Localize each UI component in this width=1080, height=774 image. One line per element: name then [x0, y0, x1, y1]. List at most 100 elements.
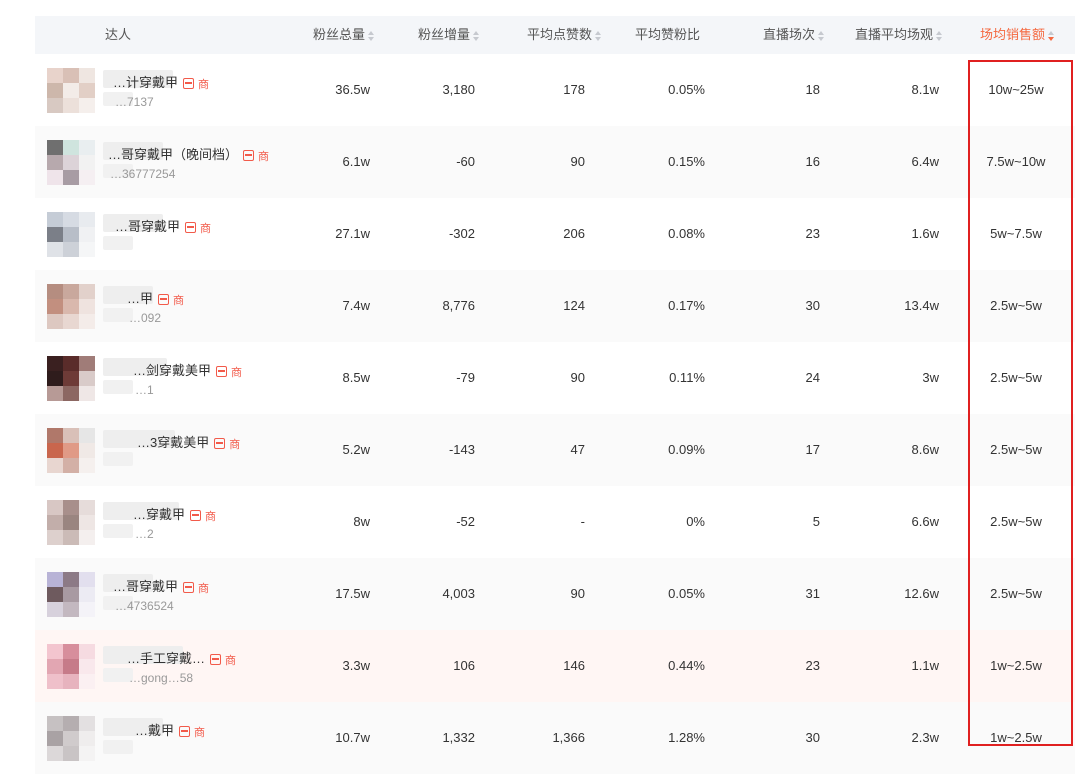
views-cell: 6.4w — [911, 154, 939, 169]
talent-name-text: …3穿戴美甲 — [137, 435, 210, 450]
talent-name[interactable]: …剑穿戴美甲 商 — [133, 360, 242, 380]
table-row[interactable]: …穿戴甲商 …2 8w -52-0% 5 6.6w 2.5w~5w — [35, 486, 1075, 558]
views-cell: 3w — [922, 370, 939, 385]
table-row[interactable]: …手工穿戴… 商 …gong…58 3.3w 106 146 0.44% 23 1.1w 1w~2… — [35, 630, 1075, 702]
likes-cell: 90 — [570, 154, 585, 169]
ratio-cell: 0.44% — [668, 658, 705, 673]
ratio-cell: 0.05% — [668, 586, 705, 601]
views-cell: 6.6w — [911, 514, 939, 529]
views-cell: 8.6w — [911, 442, 939, 457]
lives-cell: 23 — [805, 226, 820, 241]
avatar[interactable] — [47, 572, 95, 618]
redacted-id-block — [103, 452, 133, 466]
shop-label: 商 — [205, 510, 217, 523]
col-likes[interactable]: 平均点赞数 — [527, 16, 602, 54]
ratio-cell: 0.05% — [668, 82, 705, 97]
sort-icon[interactable] — [595, 30, 602, 41]
likes-cell: 178 — [563, 82, 585, 97]
talent-name-text: …哥穿戴甲（晚间档） — [108, 147, 239, 162]
sort-icon[interactable] — [818, 30, 825, 41]
col-talent-label: 达人 — [105, 27, 132, 42]
shop-badge-icon — [210, 654, 222, 666]
avatar[interactable] — [47, 284, 95, 330]
shop-label: 商 — [198, 78, 210, 91]
shop-badge-icon — [214, 438, 226, 450]
avatar[interactable] — [47, 68, 95, 114]
col-likes-label: 平均点赞数 — [527, 27, 593, 42]
likes-cell: 146 — [563, 658, 585, 673]
sales-column-highlight — [968, 60, 1073, 746]
shop-label: 商 — [229, 438, 241, 451]
growth-cell: 1,332 — [442, 730, 475, 745]
talent-name-text: …戴甲 — [135, 723, 175, 738]
fans-cell: 27.1w — [335, 226, 370, 241]
likes-cell: 206 — [563, 226, 585, 241]
lives-cell: 24 — [805, 370, 820, 385]
table-row[interactable]: …哥穿戴甲商 …4736524 17.5w 4,003 90 0.05% 31 12.6w 2.… — [35, 558, 1075, 630]
talent-id: …gong…58 — [129, 671, 194, 685]
views-cell: 8.1w — [911, 82, 939, 97]
views-cell: 12.6w — [904, 586, 939, 601]
col-fans[interactable]: 粉丝总量 — [313, 16, 375, 54]
shop-badge-icon — [243, 150, 255, 162]
table-row[interactable]: …哥穿戴甲商 27.1w -302 206 0.08% 23 1.6w 5w~7.5w — [35, 198, 1075, 270]
col-sales[interactable]: 场均销售额 — [980, 16, 1055, 54]
avatar[interactable] — [47, 716, 95, 762]
talent-name[interactable]: …计穿戴甲 商 — [113, 72, 209, 92]
sort-icon[interactable] — [473, 30, 480, 41]
table-row[interactable]: …戴甲商 10.7w 1,332 1,366 1.28% 30 2.3w 1w~2.5w — [35, 702, 1075, 774]
talent-name[interactable]: …3穿戴美甲 商 — [137, 432, 240, 452]
talent-id: …4736524 — [115, 599, 174, 613]
col-lives[interactable]: 直播场次 — [763, 16, 825, 54]
shop-badge-icon — [183, 78, 195, 90]
avatar[interactable] — [47, 644, 95, 690]
talent-name[interactable]: …甲 商 — [127, 288, 184, 308]
table-row[interactable]: …3穿戴美甲商 5.2w -143 47 0.09% 17 8.6w 2.5w~5w — [35, 414, 1075, 486]
talent-name[interactable]: …手工穿戴… 商 — [127, 648, 236, 668]
table-row[interactable]: …哥穿戴甲（晚间档） 商 …36777254 6.1w -60 90 0.15% 16 6.4w… — [35, 126, 1075, 198]
col-growth-label: 粉丝增量 — [418, 27, 471, 42]
talent-id: …1 — [135, 383, 154, 397]
shop-label: 商 — [198, 582, 210, 595]
views-cell: 2.3w — [911, 730, 939, 745]
table-row[interactable]: …剑穿戴美甲商 …1 8.5w -79 90 0.11% 24 3w 2.5w~5w — [35, 342, 1075, 414]
talent-id: …092 — [129, 311, 162, 325]
redacted-id-block — [103, 380, 133, 394]
table-row[interactable]: …甲商 …092 7.4w 8,776 124 0.17% 30 13.4w 2.5w~5w — [35, 270, 1075, 342]
table-header: 达人 粉丝总量 粉丝增量 平均点赞数 平均赞粉比 直播场次 直播平均场观 场均销… — [35, 16, 1075, 54]
ratio-cell: 0.15% — [668, 154, 705, 169]
avatar[interactable] — [47, 356, 95, 402]
talent-name[interactable]: …哥穿戴甲（晚间档） 商 — [108, 144, 269, 164]
table-row[interactable]: …计穿戴甲商 …7137 36.5w 3,180 178 0.05% 18 8.1w 10w~2… — [35, 54, 1075, 126]
sort-icon[interactable] — [368, 30, 375, 41]
avatar[interactable] — [47, 428, 95, 474]
views-cell: 1.1w — [911, 658, 939, 673]
talent-name[interactable]: …哥穿戴甲 商 — [113, 576, 209, 596]
talent-name[interactable]: …穿戴甲 商 — [133, 504, 216, 524]
views-cell: 13.4w — [904, 298, 939, 313]
ratio-cell: 1.28% — [668, 730, 705, 745]
talent-name-text: …哥穿戴甲 — [113, 579, 179, 594]
growth-cell: 4,003 — [442, 586, 475, 601]
ratio-cell: 0.11% — [669, 370, 705, 385]
avatar[interactable] — [47, 140, 95, 186]
fans-cell: 8.5w — [342, 370, 370, 385]
avatar[interactable] — [47, 500, 95, 546]
likes-cell: - — [580, 514, 585, 529]
fans-cell: 17.5w — [335, 586, 370, 601]
talent-name[interactable]: …戴甲 商 — [135, 720, 205, 740]
avatar[interactable] — [47, 212, 95, 258]
redacted-id-block — [103, 236, 133, 250]
sort-desc-icon[interactable] — [1048, 30, 1055, 41]
ratio-cell: 0% — [686, 514, 705, 529]
growth-cell: 3,180 — [442, 82, 475, 97]
likes-cell: 124 — [563, 298, 585, 313]
lives-cell: 5 — [812, 514, 820, 529]
talent-name[interactable]: …哥穿戴甲 商 — [115, 216, 211, 236]
col-views[interactable]: 直播平均场观 — [855, 16, 943, 54]
likes-cell: 47 — [570, 442, 585, 457]
likes-cell: 90 — [570, 370, 585, 385]
col-growth[interactable]: 粉丝增量 — [418, 16, 480, 54]
sort-icon[interactable] — [936, 30, 943, 41]
shop-label: 商 — [258, 150, 270, 163]
